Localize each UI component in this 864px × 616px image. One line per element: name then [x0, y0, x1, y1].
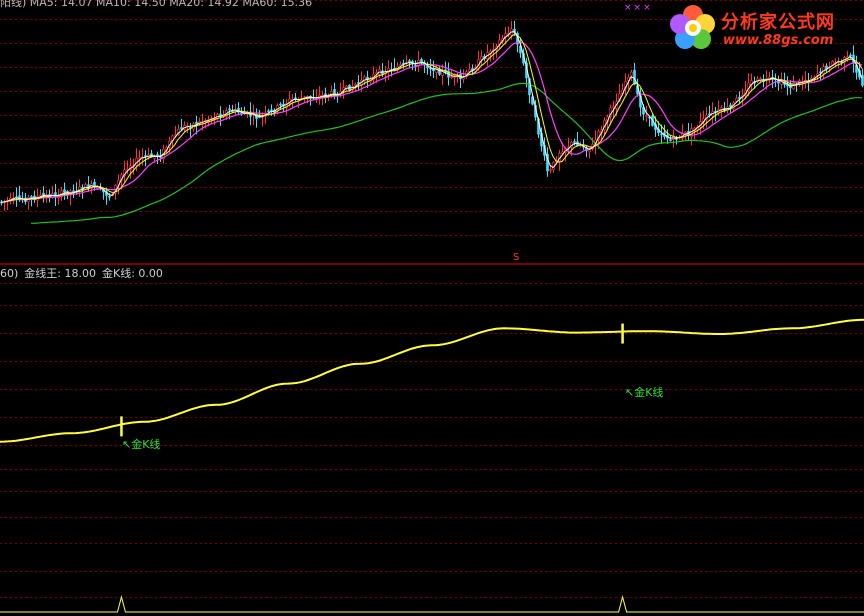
candle-body	[63, 189, 66, 193]
candle-body	[822, 66, 825, 74]
indicator-header: 60) 金线王: 18.00 金K线: 0.00	[0, 267, 163, 280]
ma60-line	[31, 82, 863, 224]
gold-line-series	[0, 318, 864, 443]
candle-body	[468, 69, 471, 72]
candle-body	[228, 108, 231, 111]
candle-body	[549, 169, 552, 171]
candle-body	[84, 184, 87, 190]
candle-body	[720, 107, 723, 110]
candle-body	[630, 71, 633, 76]
gold-line-name: 金线王	[24, 267, 58, 280]
candle-body	[108, 196, 111, 198]
candle-body	[633, 69, 636, 85]
signal-label: ↖金K线	[625, 386, 664, 399]
candle-body	[684, 131, 687, 134]
flower-logo-icon	[670, 5, 715, 49]
candle-body	[645, 115, 648, 117]
candle-body	[354, 84, 357, 86]
candle-body	[180, 127, 183, 130]
candle-body	[270, 109, 273, 112]
candle-body	[660, 133, 663, 136]
golden-k-name: 金K线	[102, 267, 132, 280]
stock-chart-canvas[interactable]	[0, 0, 864, 616]
main-panel-header: 阳线) MA5: 14.07 MA10: 14.50 MA20: 14.92 M…	[0, 0, 313, 9]
logo-url: www.88gs.com	[723, 33, 834, 48]
candle-body	[78, 186, 81, 190]
signal-markers	[120, 323, 624, 437]
indicator-prefix: 60)	[0, 267, 19, 280]
candle-body	[408, 60, 411, 63]
s-marker: S	[513, 252, 520, 263]
candle-body	[279, 103, 282, 106]
x-markers: ×××	[624, 3, 653, 13]
signal-label: ↖金K线	[122, 438, 161, 451]
candle-body	[849, 54, 852, 57]
candle-body	[450, 76, 453, 78]
candle-body	[39, 194, 42, 197]
candle-body	[669, 139, 672, 141]
grid-lines	[0, 0, 864, 598]
logo-title: 分析家公式网	[721, 12, 835, 33]
candle-body	[96, 187, 99, 189]
candle-body	[267, 110, 270, 113]
site-logo[interactable]: 分析家公式网 www.88gs.com	[667, 2, 862, 54]
candle-body	[735, 98, 738, 102]
gold-line-value: 18.00	[64, 267, 97, 280]
candle-body	[30, 196, 33, 198]
candle-body	[420, 58, 423, 63]
golden-k-value: 0.00	[138, 267, 163, 280]
candle-body	[480, 56, 483, 60]
candle-body	[573, 141, 576, 143]
signal-spike-line	[0, 595, 864, 613]
candle-body	[588, 149, 591, 153]
